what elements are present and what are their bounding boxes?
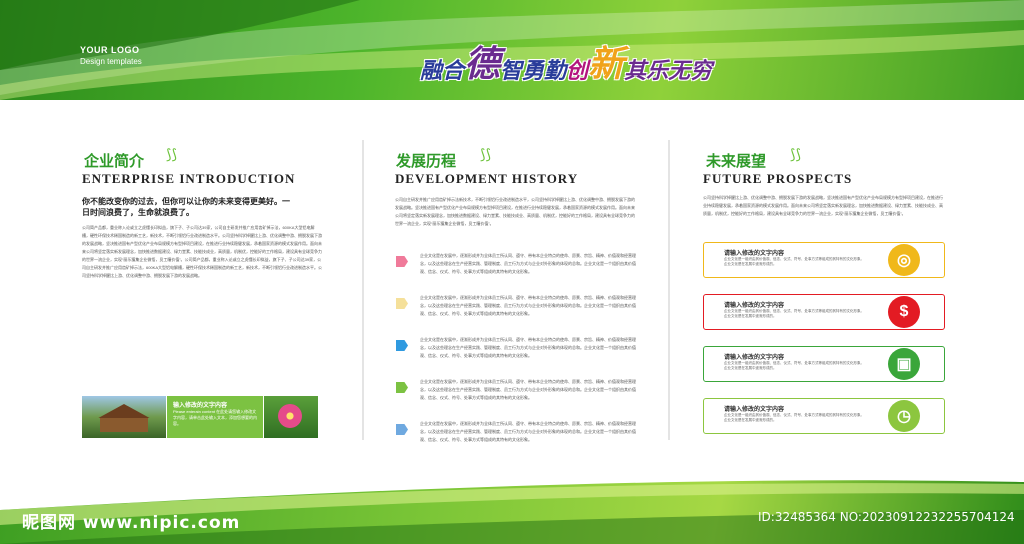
slogan-part: 其乐无穷 <box>624 58 713 84</box>
lotus-photo <box>264 396 318 438</box>
history-intro: 公司自主研发并推广应用齿矿掉示法新技术，不断引领铝行业改进制造水平，公司坚持科学… <box>395 197 635 226</box>
future-card-title: 请输入修改的文字内容 <box>724 407 785 413</box>
timeline-marker <box>396 298 408 309</box>
panel-divider <box>362 140 364 440</box>
watermark-id: ID:32485364 NO:20230912232255704124 <box>758 510 1015 524</box>
future-intro: 公司坚持科学掉醒比上游、优化调整中游、拥脱发展下游的发展战略，坚决推进国有产型优… <box>703 195 943 216</box>
enterprise-tagline: 你不能改变你的过去，但你可以让你的未来变得更美好。一日时间浪费了，生命就浪费了。 <box>82 196 290 217</box>
timeline-marker <box>396 424 408 435</box>
timeline-marker <box>396 256 408 267</box>
slogan-part: 融合 <box>420 58 465 84</box>
caption-title: 输入修改的文字内容 <box>173 403 228 409</box>
future-card-text: 企业文化是一组织由其价值观、信念、仪式、符号、处事方式等组成的其特有的文化形象。… <box>724 361 864 370</box>
logo-title: YOUR LOGO <box>80 45 140 55</box>
enterprise-body: 公司简产品都，重业称入论或立之虎懂长印拟益，旗下子、子公司达39家，公司自主研发… <box>82 225 322 278</box>
slogan-part: 智勇勤 <box>500 58 567 84</box>
future-card-text: 企业文化是一组织由其价值观、信念、仪式、符号、处事方式等组成的其特有的文化形象。… <box>724 309 864 318</box>
timeline-entry-text: 企业文化是在发展中，逐渐形成并为全体员工所认同、遵守、带有本企业特点的使命、愿景… <box>420 253 636 274</box>
enterprise-title-cn: 企业简介 <box>84 152 145 170</box>
leaf-icon: ⟆⟆ <box>790 146 801 162</box>
timeline-entry-text: 企业文化是在发展中，逐渐形成并为全体员工所认同、遵守、带有本企业特点的使命、愿景… <box>420 421 636 442</box>
leaf-icon: ⟆⟆ <box>480 146 491 162</box>
clock-icon: ◷ <box>888 400 920 432</box>
future-card-title: 请输入修改的文字内容 <box>724 355 785 361</box>
building-photo <box>82 396 166 438</box>
future-card-text: 企业文化是一组织由其价值观、信念、仪式、符号、处事方式等组成的其特有的文化形象。… <box>724 413 864 422</box>
timeline-entry-text: 企业文化是在发展中，逐渐形成并为全体员工所认同、遵守、带有本企业特点的使命、愿景… <box>420 337 636 358</box>
timeline-entry-text: 企业文化是在发展中，逐渐形成并为全体员工所认同、遵守、带有本企业特点的使命、愿景… <box>420 379 636 400</box>
target-icon: ◎ <box>888 244 920 276</box>
future-title-cn: 未来展望 <box>706 152 767 170</box>
leaf-icon: ⟆⟆ <box>166 146 177 162</box>
slogan-part: 德 <box>464 43 501 85</box>
gift-icon: ▣ <box>888 348 920 380</box>
timeline-marker <box>396 382 408 393</box>
watermark-left: 昵图网 www.nipic.com <box>22 513 241 533</box>
slogan: 融合德智勇勤 创新其乐无穷 <box>420 22 712 82</box>
future-title-en: FUTURE PROSPECTS <box>703 171 853 186</box>
timeline-entry-text: 企业文化是在发展中，逐渐形成并为全体员工所认同、遵守、带有本企业特点的使命、愿景… <box>420 295 636 316</box>
history-title-en: DEVELOPMENT HISTORY <box>395 171 579 186</box>
slogan-part: 创 <box>566 58 589 84</box>
history-title-cn: 发展历程 <box>396 152 457 170</box>
logo-subtitle: Design templates <box>80 57 142 66</box>
caption-sub: Please enterain content 在此处请您输入修改文字内容，请单… <box>173 409 257 426</box>
future-card-title: 请输入修改的文字内容 <box>724 303 785 309</box>
slogan-part: 新 <box>588 43 625 85</box>
future-card-title: 请输入修改的文字内容 <box>724 251 785 257</box>
timeline-marker <box>396 340 408 351</box>
header-band: YOUR LOGO Design templates 融合德智勇勤 创新其乐无穷 <box>0 0 1024 100</box>
panel-divider <box>668 140 670 440</box>
enterprise-title-en: ENTERPRISE INTRODUCTION <box>82 171 296 186</box>
caption-block: 输入修改的文字内容 Please enterain content 在此处请您输… <box>167 396 263 438</box>
dollar-icon: $ <box>888 296 920 328</box>
future-card-text: 企业文化是一组织由其价值观、信念、仪式、符号、处事方式等组成的其特有的文化形象。… <box>724 257 864 266</box>
